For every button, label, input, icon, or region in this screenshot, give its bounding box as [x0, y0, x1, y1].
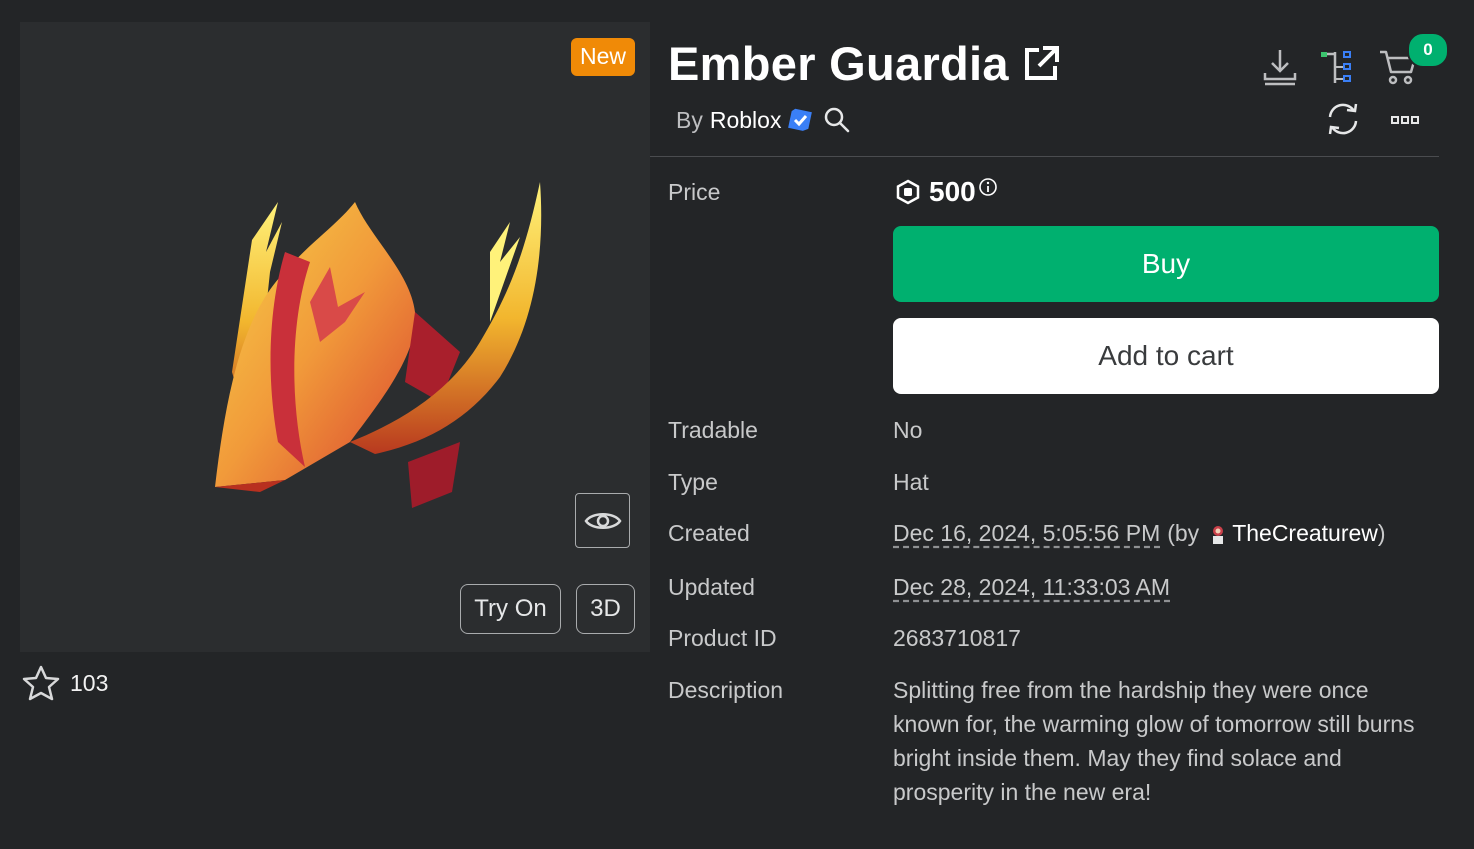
- refresh-button[interactable]: [1324, 100, 1362, 138]
- hat-thumbnail: [215, 182, 542, 508]
- product-id-label: Product ID: [668, 625, 777, 651]
- updated-date: Dec 28, 2024, 11:33:03 AM: [893, 574, 1171, 600]
- created-by-suffix: ): [1377, 520, 1386, 546]
- tradable-label: Tradable: [668, 417, 758, 443]
- 3d-button[interactable]: 3D: [576, 584, 635, 634]
- header-divider: [650, 156, 1439, 157]
- verified-badge-icon: [788, 108, 813, 131]
- cart-count-badge: 0: [1407, 32, 1449, 68]
- eye-icon: [583, 512, 622, 529]
- type-value: Hat: [893, 469, 929, 495]
- price-value: 500: [895, 176, 998, 208]
- tradable-value: No: [893, 417, 923, 443]
- created-label: Created: [668, 520, 750, 546]
- item-title-row: Ember Guardia: [668, 36, 1061, 91]
- new-badge: New: [570, 38, 635, 76]
- created-date: Dec 16, 2024, 5:05:56 PM: [893, 520, 1161, 546]
- hierarchy-icon: [1321, 51, 1351, 83]
- created-by-user-link[interactable]: TheCreaturew: [1232, 520, 1378, 547]
- product-id-value: 2683710817: [893, 625, 1021, 651]
- page-title: Ember Guardia: [668, 37, 1009, 90]
- external-link-icon[interactable]: [1021, 44, 1061, 84]
- add-to-cart-button[interactable]: Add to cart: [893, 318, 1439, 394]
- search-icon[interactable]: [823, 106, 851, 134]
- type-label: Type: [668, 469, 718, 495]
- favorite-row: 103: [22, 665, 108, 701]
- updated-label: Updated: [668, 574, 755, 600]
- info-icon[interactable]: [978, 177, 998, 197]
- buy-button[interactable]: Buy: [893, 226, 1439, 302]
- hierarchy-button[interactable]: [1318, 48, 1358, 86]
- creator-byline: By Roblox: [676, 106, 851, 134]
- star-icon[interactable]: [22, 665, 60, 701]
- user-avatar-icon: [1213, 525, 1224, 544]
- favorite-count: 103: [70, 669, 109, 696]
- price-label: Price: [668, 179, 721, 205]
- by-prefix: By: [676, 106, 703, 133]
- description-label: Description: [668, 677, 784, 703]
- refresh-icon: [1328, 103, 1358, 135]
- view-toggle-button[interactable]: [575, 493, 630, 548]
- description-text: Splitting free from the hardship they we…: [893, 677, 1415, 805]
- try-on-button[interactable]: Try On: [460, 584, 561, 634]
- robux-icon: [896, 179, 920, 205]
- more-icon: [1391, 116, 1419, 124]
- created-value: Dec 16, 2024, 5:05:56 PM (by TheCreature…: [893, 520, 1386, 547]
- download-button[interactable]: [1260, 46, 1300, 88]
- item-preview: New Try On 3D: [20, 22, 650, 652]
- creator-link[interactable]: Roblox: [710, 107, 782, 134]
- more-options-button[interactable]: [1388, 110, 1422, 130]
- price-amount: 500: [929, 176, 976, 207]
- created-by-prefix: (by: [1167, 520, 1200, 546]
- download-icon: [1263, 50, 1297, 86]
